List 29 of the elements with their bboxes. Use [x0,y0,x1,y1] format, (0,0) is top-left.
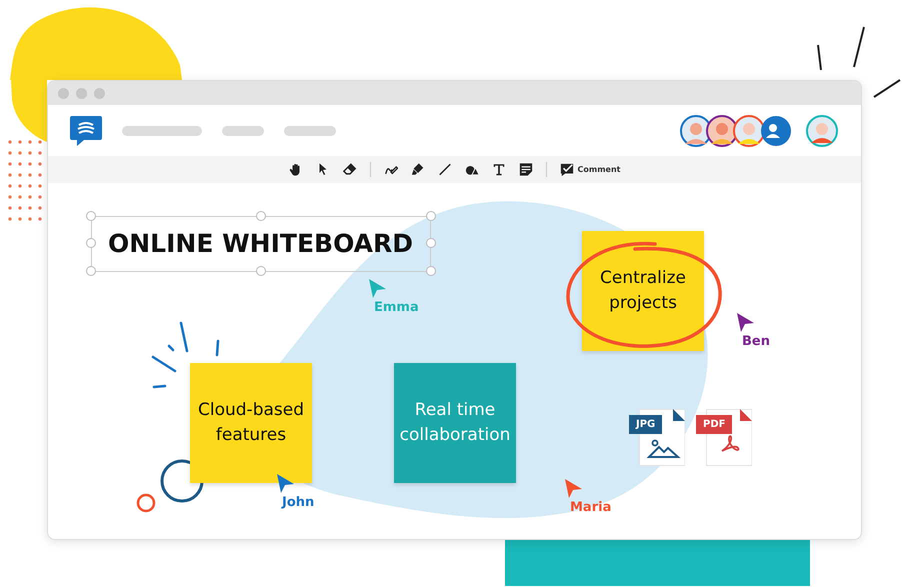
resize-handle[interactable] [256,266,266,276]
hand-icon[interactable] [288,162,302,177]
window-dot[interactable] [76,88,87,98]
eraser-icon[interactable] [342,162,356,177]
cursor-name: Maria [570,499,612,517]
file-type-label: PDF [696,415,732,434]
text-icon[interactable] [492,162,506,177]
cursor-name: John [282,494,314,512]
sticky-note[interactable]: Centralize projects [582,231,704,351]
board-title[interactable]: ONLINE WHITEBOARD [91,216,431,272]
resize-handle[interactable] [86,238,96,248]
sticky-note[interactable]: Cloud-based features [190,363,312,483]
chat-logo-icon[interactable] [70,116,102,146]
window-dot[interactable] [94,88,105,98]
file-type-label: JPG [629,415,662,434]
comment-icon [560,162,574,176]
user-avatar-icon[interactable] [805,114,839,148]
resize-handle[interactable] [426,211,436,221]
resize-handle[interactable] [86,266,96,276]
line-icon[interactable] [438,162,452,177]
resize-handle[interactable] [256,211,266,221]
note-icon[interactable] [518,162,532,177]
resize-handle[interactable] [86,211,96,221]
avatar-group-icon[interactable] [679,112,793,148]
cursor-name: Emma [374,299,419,317]
window-dot[interactable] [58,88,69,98]
cursor-name: Ben [742,333,770,351]
marker-icon[interactable] [410,162,424,177]
comment-label[interactable]: Comment [578,164,620,176]
